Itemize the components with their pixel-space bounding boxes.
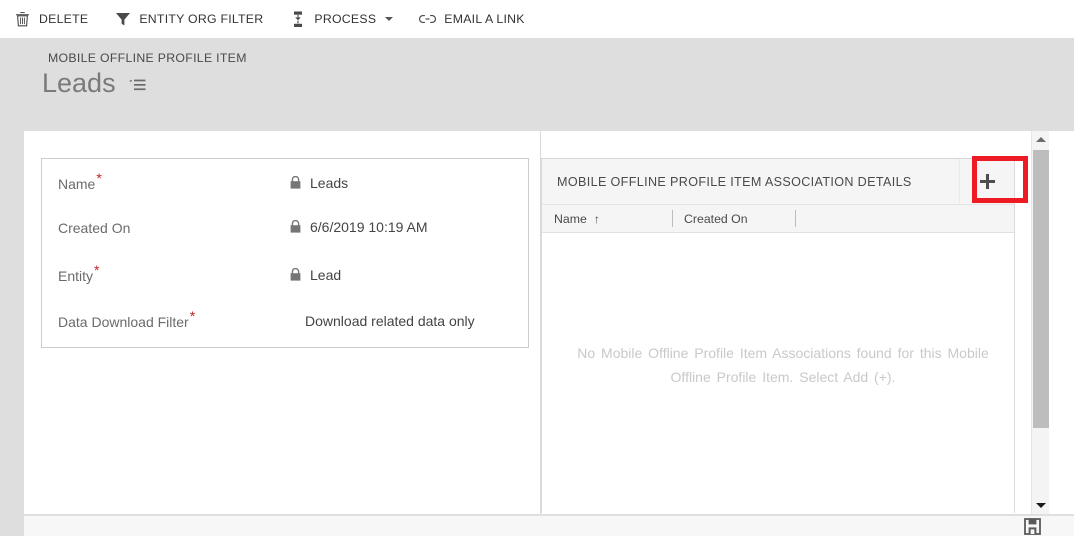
column-header-name[interactable]: Name ↑ xyxy=(554,205,600,232)
field-value-name[interactable]: Leads xyxy=(290,175,348,191)
field-text-name: Leads xyxy=(310,175,349,191)
field-row-data-download-filter: Data Download Filter* Download related d… xyxy=(42,309,528,353)
field-row-entity: Entity* Lead xyxy=(42,263,528,307)
page-title: Leads xyxy=(42,68,116,98)
email-a-link-label: EMAIL A LINK xyxy=(444,12,525,26)
application-window: DELETE ENTITY ORG FILTER PROCESS EMAIL A… xyxy=(0,0,1074,536)
field-label-entity: Entity* xyxy=(58,262,100,284)
record-set-navigator-icon[interactable] xyxy=(129,78,146,93)
association-details-subgrid: MOBILE OFFLINE PROFILE ITEM ASSOCIATION … xyxy=(541,158,1015,514)
scroll-down-button[interactable] xyxy=(1032,497,1049,514)
scroll-up-button[interactable] xyxy=(1032,131,1049,148)
entity-org-filter-command[interactable]: ENTITY ORG FILTER xyxy=(114,0,263,38)
save-floppy-icon xyxy=(1024,518,1041,535)
link-icon xyxy=(419,11,437,28)
status-bar xyxy=(24,515,1074,536)
lock-icon xyxy=(290,219,301,233)
lock-icon xyxy=(290,175,301,189)
general-section-card: Name* Leads Created On 6/6/2019 10:19 AM… xyxy=(41,158,529,348)
chevron-down-icon[interactable] xyxy=(385,17,394,21)
column-separator[interactable] xyxy=(672,210,673,227)
entity-org-filter-label: ENTITY ORG FILTER xyxy=(139,12,264,26)
field-label-data-download-filter: Data Download Filter* xyxy=(58,308,196,330)
column-header-created-on-label: Created On xyxy=(684,211,748,226)
required-marker: * xyxy=(94,262,100,279)
field-text-created-on: 6/6/2019 10:19 AM xyxy=(310,219,428,235)
record-title-group: Leads xyxy=(42,70,146,97)
lock-icon xyxy=(290,267,301,281)
chevron-down-icon xyxy=(1035,503,1046,508)
subgrid-header: MOBILE OFFLINE PROFILE ITEM ASSOCIATION … xyxy=(542,159,1014,205)
field-row-name: Name* Leads xyxy=(42,171,528,215)
field-value-data-download-filter[interactable]: Download related data only xyxy=(305,313,475,329)
field-label-name: Name* xyxy=(58,170,102,192)
process-icon xyxy=(289,11,306,28)
process-command[interactable]: PROCESS xyxy=(289,0,394,38)
field-row-created-on: Created On 6/6/2019 10:19 AM xyxy=(42,215,528,259)
field-label-created-on: Created On xyxy=(58,220,131,236)
subgrid-body: No Mobile Offline Profile Item Associati… xyxy=(542,233,1014,514)
vertical-scrollbar[interactable] xyxy=(1031,131,1049,514)
email-a-link-command[interactable]: EMAIL A LINK xyxy=(419,0,524,38)
add-association-button[interactable] xyxy=(959,159,1014,203)
plus-icon xyxy=(979,173,995,189)
delete-command[interactable]: DELETE xyxy=(14,0,88,38)
column-header-name-label: Name xyxy=(554,211,587,226)
subgrid-column-headers: Name ↑ Created On xyxy=(542,205,1014,233)
chevron-up-icon xyxy=(1035,137,1046,142)
process-command-label: PROCESS xyxy=(314,12,377,26)
trash-icon xyxy=(14,11,31,28)
empty-state-message: No Mobile Offline Profile Item Associati… xyxy=(577,345,989,385)
required-marker: * xyxy=(96,170,102,187)
field-value-created-on[interactable]: 6/6/2019 10:19 AM xyxy=(290,219,428,235)
page-header: MOBILE OFFLINE PROFILE ITEM Leads xyxy=(0,38,1074,131)
funnel-icon xyxy=(114,11,131,28)
sort-ascending-icon: ↑ xyxy=(593,211,600,226)
scrollbar-thumb[interactable] xyxy=(1033,150,1049,428)
subgrid-title: MOBILE OFFLINE PROFILE ITEM ASSOCIATION … xyxy=(557,174,912,189)
save-button[interactable] xyxy=(1024,518,1042,536)
column-header-created-on[interactable]: Created On xyxy=(684,205,748,232)
field-text-data-download-filter: Download related data only xyxy=(305,313,475,329)
breadcrumb: MOBILE OFFLINE PROFILE ITEM xyxy=(48,51,247,65)
field-value-entity[interactable]: Lead xyxy=(290,267,341,283)
delete-command-label: DELETE xyxy=(39,12,89,26)
column-separator[interactable] xyxy=(795,210,796,227)
command-bar: DELETE ENTITY ORG FILTER PROCESS EMAIL A… xyxy=(0,0,1074,38)
field-text-entity: Lead xyxy=(310,267,342,283)
required-marker: * xyxy=(189,308,196,325)
